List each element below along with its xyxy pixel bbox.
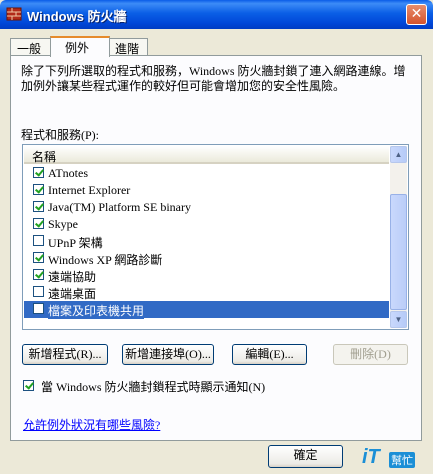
- checkbox[interactable]: [33, 235, 44, 246]
- firewall-dialog: Windows 防火牆 ✕ 一般 例外 進階 除了下列所選取的程式和服務，Win…: [0, 0, 433, 474]
- programs-list-label: 程式和服務(P):: [21, 128, 100, 142]
- description-text: 除了下列所選取的程式和服務，Windows 防火牆封鎖了連入網路連線。增加例外讓…: [21, 64, 406, 93]
- programs-list[interactable]: 名稱 ATnotes Internet Explorer Java(TM) Pl…: [22, 144, 409, 330]
- checkbox[interactable]: [33, 184, 44, 195]
- list-item[interactable]: UPnP 架構: [24, 233, 389, 250]
- firewall-icon: [6, 7, 22, 21]
- tab-general[interactable]: 一般: [10, 38, 52, 56]
- edit-button[interactable]: 編輯(E)...: [232, 344, 307, 365]
- tab-advanced[interactable]: 進階: [108, 38, 148, 56]
- watermark-logo: iT 幫忙: [362, 446, 415, 468]
- checkbox[interactable]: [33, 303, 44, 314]
- notify-checkbox[interactable]: [23, 380, 34, 391]
- notify-label[interactable]: 當 Windows 防火牆封鎖程式時顯示通知(N): [41, 378, 265, 395]
- chevron-up-icon: ▲: [394, 150, 403, 159]
- scroll-thumb[interactable]: [390, 194, 407, 310]
- delete-button: 刪除(D): [333, 344, 408, 365]
- chevron-down-icon: ▼: [394, 315, 403, 324]
- add-program-button[interactable]: 新增程式(R)...: [22, 344, 108, 365]
- checkbox[interactable]: [33, 218, 44, 229]
- exceptions-panel: 除了下列所選取的程式和服務，Windows 防火牆封鎖了連入網路連線。增加例外讓…: [10, 55, 422, 441]
- checkbox[interactable]: [33, 201, 44, 212]
- checkbox[interactable]: [33, 286, 44, 297]
- list-item[interactable]: Skype: [24, 216, 389, 233]
- tab-exceptions[interactable]: 例外: [50, 36, 110, 57]
- list-item[interactable]: Internet Explorer: [24, 182, 389, 199]
- list-item[interactable]: Java(TM) Platform SE binary: [24, 199, 389, 216]
- close-icon: ✕: [410, 6, 423, 22]
- checkbox[interactable]: [33, 269, 44, 280]
- window-title: Windows 防火牆: [27, 9, 127, 24]
- title-bar[interactable]: Windows 防火牆 ✕: [0, 0, 433, 29]
- list-item[interactable]: 遠端桌面: [24, 284, 389, 301]
- ok-button[interactable]: 確定: [268, 445, 343, 468]
- list-item-selected[interactable]: 檔案及印表機共用: [24, 301, 389, 319]
- add-port-button[interactable]: 新增連接埠(O)...: [122, 344, 214, 365]
- scroll-down-button[interactable]: ▼: [390, 311, 407, 328]
- vertical-scrollbar[interactable]: ▲ ▼: [390, 146, 407, 328]
- risk-info-link[interactable]: 允許例外狀況有哪些風險?: [23, 416, 160, 433]
- list-item[interactable]: ATnotes: [24, 165, 389, 182]
- column-header-name[interactable]: 名稱: [24, 146, 389, 164]
- checkbox[interactable]: [33, 252, 44, 263]
- scroll-up-button[interactable]: ▲: [390, 146, 407, 163]
- list-item[interactable]: 遠端協助: [24, 267, 389, 284]
- checkbox[interactable]: [33, 167, 44, 178]
- list-item[interactable]: Windows XP 網路診斷: [24, 250, 389, 267]
- close-button[interactable]: ✕: [406, 4, 427, 25]
